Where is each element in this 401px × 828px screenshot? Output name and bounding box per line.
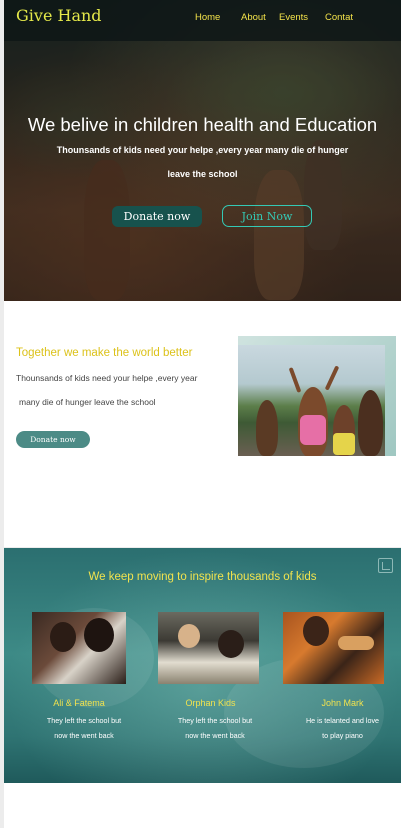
photo-person — [84, 618, 114, 652]
story-card-name[interactable]: Ali & Fatema — [32, 698, 126, 708]
photo-guitar — [338, 636, 374, 650]
story-card-desc: They left the school but — [46, 716, 122, 725]
photo-raised-arm — [288, 367, 302, 393]
story-card-name[interactable]: John Mark — [292, 698, 393, 708]
hero-title: We belive in children health and Educati… — [27, 114, 378, 135]
photo-person — [218, 630, 244, 658]
story-card-desc: He is telanted and love — [305, 716, 380, 725]
story-card-desc-continued: now the went back — [185, 731, 245, 740]
hero-subtitle: Thounsands of kids need your helpe ,ever… — [56, 145, 349, 155]
photo-child — [358, 390, 383, 456]
story-card-desc-continued: now the went back — [54, 731, 114, 740]
join-now-button[interactable]: Join Now — [222, 205, 312, 227]
photo-person — [178, 624, 200, 648]
photo-person — [303, 616, 329, 646]
nav-home[interactable]: Home — [195, 12, 220, 23]
photo-raised-arm — [324, 365, 340, 391]
donate-now-button[interactable]: Donate now — [112, 206, 202, 227]
story-card-name[interactable]: Orphan Kids — [160, 698, 261, 708]
brand-logo[interactable]: Give Hand — [16, 6, 102, 25]
about-text-continued: many die of hunger leave the school — [19, 397, 156, 407]
nav-contact[interactable]: Contat — [325, 12, 353, 23]
story-card-image-john-mark[interactable] — [283, 612, 384, 684]
nav-events[interactable]: Events — [279, 12, 308, 23]
about-text: Thounsands of kids need your helpe ,ever… — [16, 373, 198, 383]
children-photo — [238, 345, 385, 456]
story-card-desc: They left the school but — [177, 716, 253, 725]
photo-child — [256, 400, 278, 456]
nav-about[interactable]: About — [241, 12, 266, 23]
about-title: Together we make the world better — [16, 347, 193, 359]
footer-area — [4, 783, 401, 828]
photo-child-shirt — [300, 415, 326, 445]
photo-child-shirt — [333, 433, 355, 455]
story-card-desc-continued: to play piano — [322, 731, 363, 740]
about-donate-button[interactable]: Donate now — [16, 431, 90, 448]
story-card-image-orphan-kids[interactable] — [158, 612, 259, 684]
hero-subtitle-continued: leave the school — [167, 169, 238, 179]
story-card-image-ali-fatema[interactable] — [32, 612, 126, 684]
photo-person — [50, 622, 76, 652]
inspire-title: We keep moving to inspire thousands of k… — [88, 571, 317, 583]
